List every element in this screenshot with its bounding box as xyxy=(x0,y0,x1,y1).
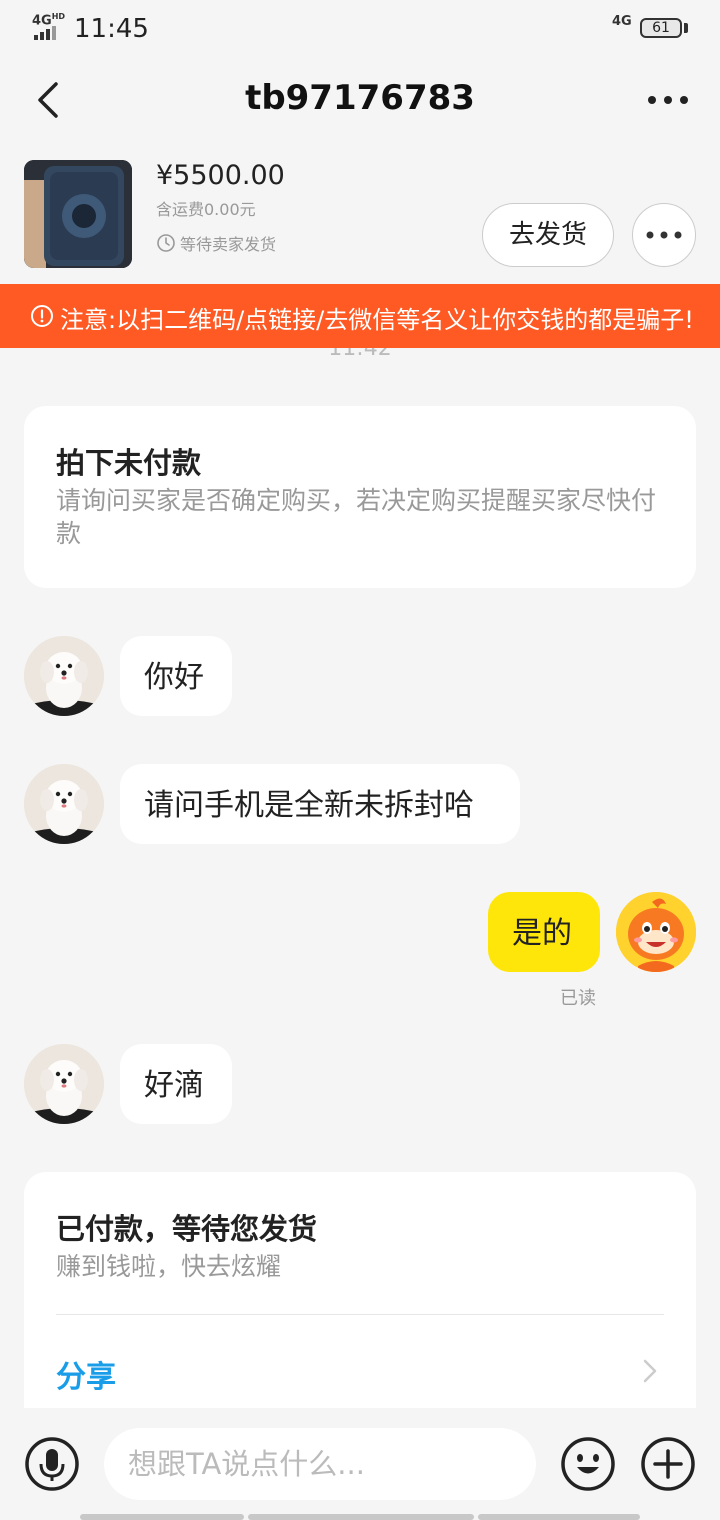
my-avatar[interactable] xyxy=(616,892,696,972)
alert-circle-icon xyxy=(31,305,53,327)
fraud-warning-banner: 注意:以扫二维码/点链接/去微信等名义让你交钱的都是骗子! xyxy=(0,284,720,348)
product-price: ¥5500.00 xyxy=(156,160,285,191)
warning-text: 注意:以扫二维码/点链接/去微信等名义让你交钱的都是骗子! xyxy=(60,306,694,334)
clock-icon xyxy=(157,234,175,252)
buyer-avatar[interactable] xyxy=(24,636,104,716)
product-image[interactable] xyxy=(24,160,132,268)
message-bubble[interactable]: 你好 xyxy=(120,636,232,716)
network-indicator-right: 4G xyxy=(612,14,632,29)
system-card-unpaid: 拍下未付款 请询问买家是否确定购买，若决定购买提醒买家尽快付款 xyxy=(24,406,696,588)
ship-button[interactable]: 去发货 xyxy=(482,203,614,267)
battery-cap xyxy=(684,23,688,33)
chevron-right-icon[interactable] xyxy=(640,1358,660,1384)
plus-button[interactable] xyxy=(640,1436,696,1492)
microphone-icon xyxy=(25,1437,79,1491)
message-input[interactable]: 想跟TA说点什么... xyxy=(104,1428,536,1500)
read-status: 已读 xyxy=(560,988,596,1009)
mascot-avatar-image xyxy=(616,892,696,972)
more-button[interactable] xyxy=(640,84,696,116)
phone-box-image xyxy=(24,160,132,268)
plus-icon xyxy=(641,1437,695,1491)
card-description: 请询问买家是否确定购买，若决定购买提醒买家尽快付款 xyxy=(56,486,657,548)
share-link[interactable]: 分享 xyxy=(56,1352,116,1396)
emoji-icon xyxy=(561,1437,615,1491)
signal-icon xyxy=(34,26,60,40)
divider xyxy=(56,1314,664,1315)
message-bubble[interactable]: 好滴 xyxy=(120,1044,232,1124)
order-more-button[interactable] xyxy=(632,203,696,267)
status-bar: 4GHD 11:45 4G 61 xyxy=(0,0,720,56)
dog-avatar-image xyxy=(24,764,104,844)
dog-avatar-image xyxy=(24,1044,104,1124)
emoji-button[interactable] xyxy=(560,1436,616,1492)
clock-time: 11:45 xyxy=(74,14,149,44)
chevron-left-icon xyxy=(38,82,58,118)
order-status: 等待卖家发货 xyxy=(180,235,277,254)
system-card-paid: 已付款，等待您发货 赚到钱啦，快去炫耀 xyxy=(24,1172,696,1432)
card-title: 拍下未付款 xyxy=(56,446,202,480)
message-text: 好滴 xyxy=(144,1068,204,1103)
card-description: 赚到钱啦，快去炫耀 xyxy=(56,1252,282,1281)
shipping-fee: 含运费0.00元 xyxy=(156,200,256,219)
message-text: 你好 xyxy=(144,660,204,695)
message-text: 是的 xyxy=(512,916,572,951)
more-dots-icon xyxy=(646,231,682,239)
message-text: 请问手机是全新未拆封哈 xyxy=(144,788,474,823)
buyer-avatar[interactable] xyxy=(24,1044,104,1124)
message-bubble[interactable]: 请问手机是全新未拆封哈 xyxy=(120,764,520,844)
battery-indicator: 61 xyxy=(640,18,682,38)
my-message-bubble[interactable]: 是的 xyxy=(488,892,600,972)
buyer-avatar[interactable] xyxy=(24,764,104,844)
back-button[interactable] xyxy=(32,80,72,120)
navigation-bar xyxy=(80,1514,640,1520)
card-title: 已付款，等待您发货 xyxy=(56,1212,318,1246)
page-title: tb97176783 xyxy=(245,78,475,118)
dog-avatar-image xyxy=(24,636,104,716)
more-dots-icon xyxy=(648,96,688,104)
voice-button[interactable] xyxy=(24,1436,80,1492)
